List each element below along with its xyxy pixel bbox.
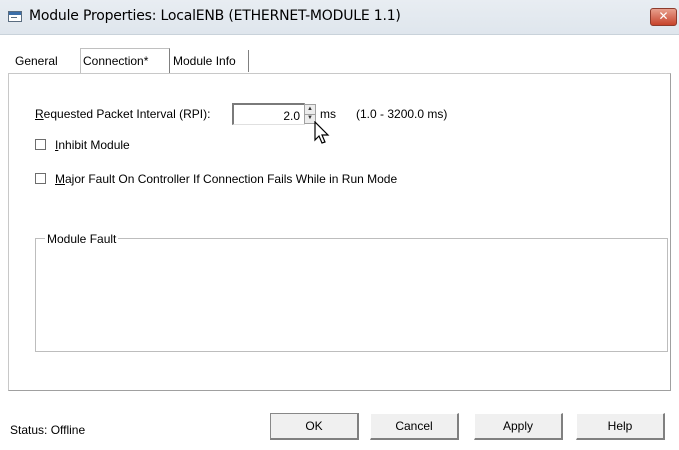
tab-general[interactable]: General (13, 50, 79, 72)
mouse-pointer-icon (314, 121, 330, 144)
module-properties-dialog: Module Properties: LocalENB (ETHERNET-MO… (0, 0, 679, 450)
close-button[interactable]: ✕ (650, 8, 677, 26)
inhibit-module-checkbox[interactable] (35, 139, 46, 150)
rpi-input[interactable] (232, 103, 305, 125)
module-window-icon (8, 11, 22, 22)
window-title: Module Properties: LocalENB (ETHERNET-MO… (29, 8, 401, 24)
rpi-label-accelerator: R (35, 107, 44, 121)
tab-module-info[interactable]: Module Info (171, 50, 249, 72)
help-button[interactable]: Help (576, 413, 665, 440)
major-fault-label: Major Fault On Controller If Connection … (55, 172, 397, 186)
major-fault-checkbox[interactable] (35, 173, 46, 184)
module-fault-group (35, 238, 668, 352)
module-fault-legend: Module Fault (45, 232, 119, 246)
apply-button[interactable]: Apply (474, 413, 563, 440)
status-text: Status: Offline (10, 423, 86, 437)
rpi-label-text: equested Packet Interval (RPI): (43, 107, 211, 121)
close-icon: ✕ (658, 9, 669, 23)
inhibit-label-text: nhibit Module (58, 138, 130, 152)
ok-button[interactable]: OK (270, 413, 359, 440)
tab-connection[interactable]: Connection* (80, 48, 170, 74)
rpi-range: (1.0 - 3200.0 ms) (356, 107, 448, 121)
rpi-unit: ms (320, 107, 336, 121)
major-fault-accelerator: M (55, 172, 65, 186)
inhibit-module-label: Inhibit Module (55, 138, 130, 152)
rpi-label: Requested Packet Interval (RPI): (35, 107, 210, 121)
major-fault-label-text: ajor Fault On Controller If Connection F… (65, 172, 398, 186)
cancel-button[interactable]: Cancel (370, 413, 459, 440)
title-bar[interactable]: Module Properties: LocalENB (ETHERNET-MO… (0, 0, 679, 35)
